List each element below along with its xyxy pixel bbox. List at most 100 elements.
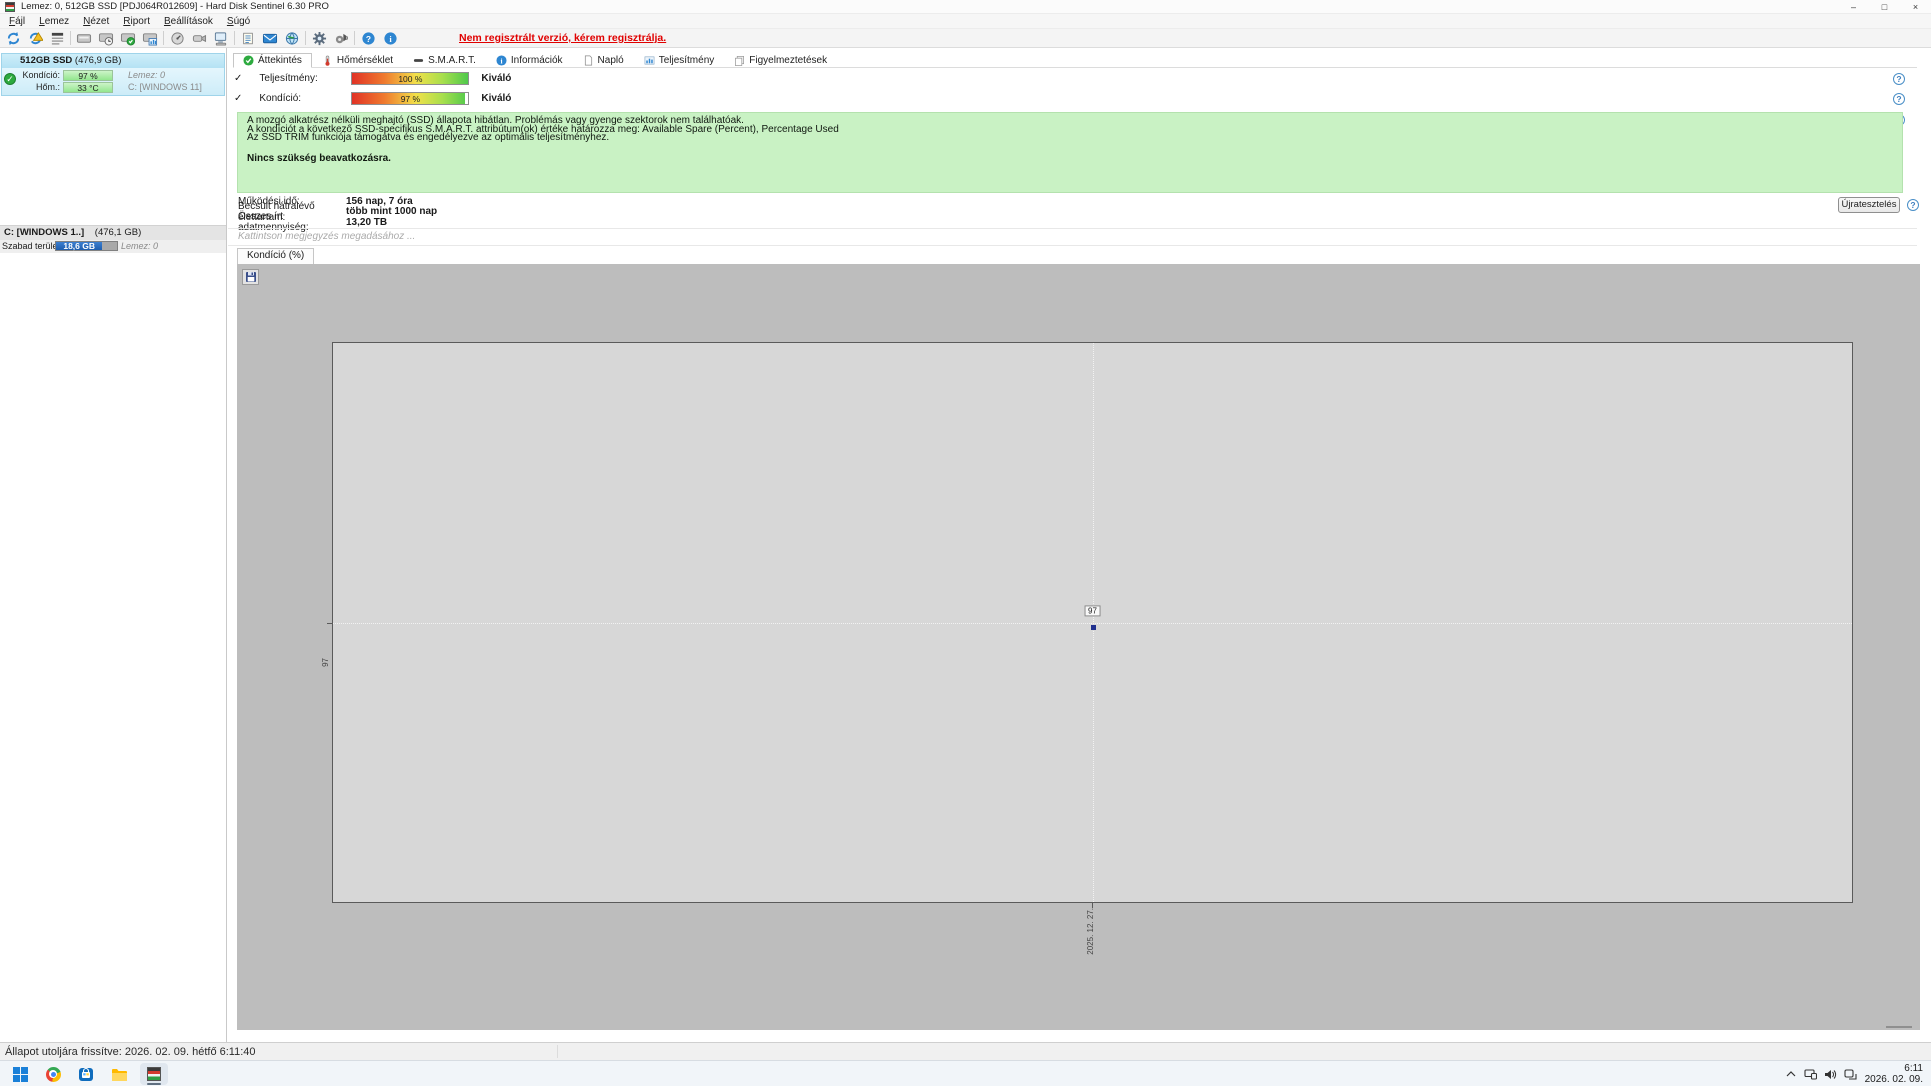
tab-log[interactable]: Napló: [573, 52, 634, 67]
refresh-alert-icon[interactable]: [24, 30, 46, 47]
disk-list-item-ssd[interactable]: 512GB SSD (476,9 GB) ✓ Kondíció: 97 % Le…: [1, 53, 225, 96]
svg-text:?: ?: [365, 33, 370, 43]
report-icon[interactable]: [46, 30, 68, 47]
disk-condition-row: Kondíció: 97 % Lemez: 0: [2, 70, 224, 82]
maximize-button[interactable]: □: [1869, 0, 1900, 14]
screen: Lemez: 0, 512GB SSD [PDJ064R012609] - Ha…: [0, 0, 1931, 1086]
gauge-icon[interactable]: [166, 30, 188, 47]
registration-notice-link[interactable]: Nem regisztrált verzió, kérem regisztrál…: [459, 32, 666, 44]
tab-temperature-label: Hőmérséklet: [336, 54, 394, 66]
tray-volume-icon[interactable]: [1821, 1064, 1841, 1084]
chart-data-point: [1090, 624, 1096, 630]
tray-network-icon[interactable]: [1801, 1064, 1821, 1084]
camera-icon[interactable]: [188, 30, 210, 47]
chart-tab-condition[interactable]: Kondíció (%): [237, 248, 315, 264]
performance-row: ✓ Teljesítmény: 100 % Kiváló: [234, 71, 511, 85]
condition-ok-icon: ✓: [234, 92, 243, 104]
taskbar-chrome-button[interactable]: [39, 1063, 67, 1085]
taskbar: 6:11 2026. 02. 09.: [0, 1060, 1931, 1086]
sound-settings-icon[interactable]: [330, 30, 352, 47]
info-icon[interactable]: i: [379, 30, 401, 47]
condition-bar: 97 %: [351, 91, 470, 105]
web-icon[interactable]: [281, 30, 303, 47]
performance-rating: Kiváló: [481, 72, 512, 84]
chart-scrollbar-thumb[interactable]: [1886, 1026, 1912, 1028]
free-space-bar: 18,6 GB: [55, 241, 118, 251]
pages-icon: [734, 55, 745, 66]
condition-bar-value: 97 %: [400, 93, 421, 104]
disk-clock-icon[interactable]: [95, 30, 117, 47]
info-circle-icon: i: [496, 54, 507, 66]
tab-alerts[interactable]: Figyelmeztetések: [724, 52, 837, 67]
disk-size: (476,9 GB): [74, 55, 122, 66]
floppy-icon: [245, 272, 256, 282]
temperature-label: Hőm.:: [35, 82, 60, 92]
help-icon[interactable]: ?: [1893, 93, 1905, 105]
stat-value: 156 nap, 7 óra: [346, 195, 413, 207]
store-icon: [79, 1067, 93, 1081]
tab-temperature[interactable]: Hőmérséklet: [312, 52, 403, 67]
taskbar-store-button[interactable]: [72, 1063, 100, 1085]
stat-value: 13,20 TB: [346, 216, 388, 228]
help-icon[interactable]: ?: [357, 30, 379, 47]
taskbar-clock[interactable]: 6:11 2026. 02. 09.: [1865, 1063, 1923, 1085]
condition-label: Kondíció:: [259, 92, 302, 104]
partition-header: C: [WINDOWS 1..] (476,1 GB): [0, 226, 226, 240]
smart-icon: [413, 55, 424, 66]
tab-performance[interactable]: Teljesítmény: [634, 52, 725, 67]
disk-icon[interactable]: [73, 30, 95, 47]
toolbar-separator: [354, 31, 355, 45]
condition-rating: Kiváló: [481, 92, 512, 104]
close-button[interactable]: ×: [1900, 0, 1931, 14]
chart-plot-area[interactable]: 97: [332, 342, 1853, 903]
toolbar-separator: [70, 31, 71, 45]
performance-bar-value: 100 %: [398, 73, 423, 84]
status-line: Az SSD TRIM funkciója támogatva és enged…: [247, 132, 610, 143]
free-space-value: 18,6 GB: [56, 242, 103, 251]
disk-accept-icon[interactable]: [117, 30, 139, 47]
taskbar-hds-button[interactable]: [140, 1063, 168, 1085]
comment-field[interactable]: Kattintson megjegyzés megadásához ...: [238, 231, 1911, 244]
tray-pen-icon[interactable]: [1841, 1064, 1861, 1084]
menu-file[interactable]: Fájl: [2, 16, 32, 27]
toolbar-separator: [234, 31, 235, 45]
partition-list-item[interactable]: C: [WINDOWS 1..] (476,1 GB) Szabad terül…: [0, 225, 226, 253]
save-chart-button[interactable]: [242, 269, 259, 285]
windows-logo-icon: [12, 1066, 28, 1082]
disk-body: ✓ Kondíció: 97 % Lemez: 0 Hőm.: 33 °C C:…: [2, 68, 224, 95]
notes-icon[interactable]: [237, 30, 259, 47]
clock-date: 2026. 02. 09.: [1864, 1074, 1923, 1085]
tab-log-label: Napló: [597, 54, 624, 66]
active-app-indicator: [147, 1083, 161, 1085]
menu-view[interactable]: Nézet: [76, 16, 116, 27]
taskbar-explorer-button[interactable]: [105, 1063, 133, 1085]
menu-disk[interactable]: Lemez: [32, 16, 76, 27]
minimize-button[interactable]: –: [1838, 0, 1869, 14]
tray-chevron-up-icon[interactable]: [1781, 1064, 1801, 1084]
refresh-icon[interactable]: [2, 30, 24, 47]
mail-icon[interactable]: [259, 30, 281, 47]
window-title: Lemez: 0, 512GB SSD [PDJ064R012609] - Ha…: [21, 1, 329, 12]
chart-point-tooltip: 97: [1084, 604, 1101, 616]
tab-information[interactable]: i Információk: [486, 52, 573, 67]
start-button[interactable]: [6, 1063, 34, 1085]
retest-button[interactable]: Újratesztelés: [1838, 197, 1900, 213]
status-text: Állapot utoljára frissítve: 2026. 02. 09…: [5, 1045, 256, 1058]
disk-temp-row: Hőm.: 33 °C C: [WINDOWS 11]: [2, 82, 224, 94]
bar-chart-icon: [644, 55, 655, 66]
tab-smart[interactable]: S.M.A.R.T.: [403, 52, 486, 67]
help-icon[interactable]: ?: [1907, 199, 1919, 211]
menu-help[interactable]: Súgó: [220, 16, 257, 27]
disk-graph-icon[interactable]: [139, 30, 161, 47]
titlebar: Lemez: 0, 512GB SSD [PDJ064R012609] - Ha…: [0, 0, 1931, 14]
computer-disk-icon[interactable]: [210, 30, 232, 47]
menu-report[interactable]: Riport: [116, 16, 157, 27]
statusbar: Állapot utoljára frissítve: 2026. 02. 09…: [0, 1042, 1931, 1060]
temperature-minibar: 33 °C: [63, 82, 113, 93]
help-icon[interactable]: ?: [1893, 73, 1905, 85]
settings-gear-icon[interactable]: [308, 30, 330, 47]
tab-overview[interactable]: Áttekintés: [233, 53, 312, 68]
free-space-label: Szabad terület: [2, 241, 61, 251]
partition-body: Szabad terület 18,6 GB Lemez: 0: [0, 240, 226, 253]
menu-settings[interactable]: Beállítások: [157, 16, 220, 27]
